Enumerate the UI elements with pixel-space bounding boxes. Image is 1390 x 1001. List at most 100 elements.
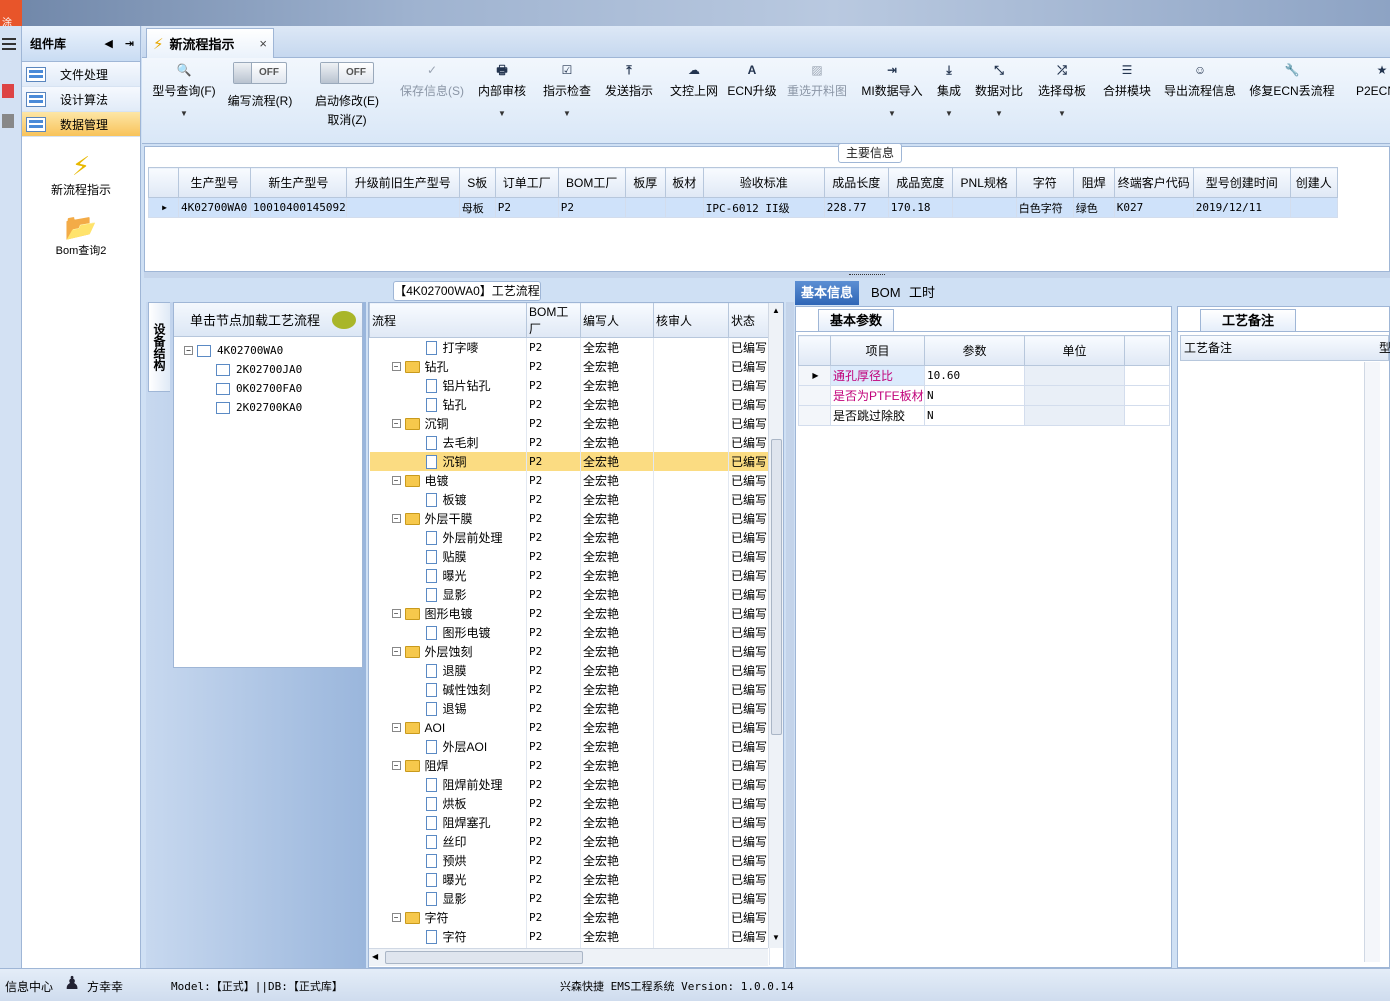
process-row[interactable]: 去毛刺 P2 全宏艳 已编写 bbox=[369, 433, 770, 452]
process-name-cell[interactable]: 图形电镀 bbox=[369, 623, 527, 642]
writer-cell[interactable]: 全宏艳 bbox=[580, 414, 654, 433]
bom-factory-cell[interactable]: P2 bbox=[526, 547, 581, 566]
writer-cell[interactable]: 全宏艳 bbox=[580, 794, 654, 813]
status-cell[interactable]: 已编写 bbox=[728, 832, 770, 851]
reviewer-cell[interactable] bbox=[653, 357, 729, 376]
bom-factory-cell[interactable]: P2 bbox=[526, 813, 581, 832]
toggle-switch[interactable]: OFF bbox=[233, 62, 287, 84]
column-header[interactable]: 参数 bbox=[924, 335, 1025, 366]
reviewer-cell[interactable] bbox=[653, 718, 729, 737]
status-cell[interactable]: 已编写 bbox=[728, 908, 770, 927]
writer-cell[interactable]: 全宏艳 bbox=[580, 490, 654, 509]
vertical-splitter[interactable] bbox=[786, 302, 794, 968]
bom-factory-cell[interactable]: P2 bbox=[526, 870, 581, 889]
column-header[interactable]: PNL规格 bbox=[951, 167, 1017, 198]
component-tool[interactable]: 📂 Bom查询2 bbox=[22, 212, 140, 258]
scroll-down-icon[interactable]: ▼ bbox=[772, 933, 780, 942]
process-name-cell[interactable]: 预烘 bbox=[369, 851, 527, 870]
status-cell[interactable]: 已编写 bbox=[728, 775, 770, 794]
writer-cell[interactable]: 全宏艳 bbox=[580, 623, 654, 642]
status-cell[interactable]: 已编写 bbox=[728, 927, 770, 946]
process-name-cell[interactable]: 去毛刺 bbox=[369, 433, 527, 452]
process-row[interactable]: 曝光 P2 全宏艳 已编写 bbox=[369, 870, 770, 889]
reviewer-cell[interactable] bbox=[653, 471, 729, 490]
column-header[interactable]: 编写人 bbox=[580, 303, 654, 338]
collapse-icon[interactable]: − bbox=[391, 723, 401, 732]
process-name-cell[interactable]: 显影 bbox=[369, 585, 527, 604]
process-name-cell[interactable]: 打字嘜 bbox=[369, 337, 527, 357]
process-name-cell[interactable]: 贴膜 bbox=[369, 547, 527, 566]
column-header[interactable]: 升级前旧生产型号 bbox=[345, 167, 460, 198]
status-cell[interactable]: 已编写 bbox=[728, 433, 770, 452]
process-row[interactable]: 阻焊塞孔 P2 全宏艳 已编写 bbox=[369, 813, 770, 832]
bom-factory-cell[interactable]: P2 bbox=[526, 908, 581, 927]
tree-node[interactable]: 0K02700FA0 bbox=[184, 379, 362, 398]
column-header[interactable]: 板厚 bbox=[624, 167, 666, 198]
process-name-cell[interactable]: 铝片钻孔 bbox=[369, 376, 527, 395]
bom-factory-cell[interactable]: P2 bbox=[526, 509, 581, 528]
reviewer-cell[interactable] bbox=[653, 604, 729, 623]
tab-equipment-structure[interactable]: 设备结构 bbox=[148, 302, 170, 392]
status-cell[interactable]: 已编写 bbox=[728, 737, 770, 756]
app-icon-1[interactable] bbox=[2, 84, 14, 98]
process-row[interactable]: 板镀 P2 全宏艳 已编写 bbox=[369, 490, 770, 509]
detail-tab[interactable]: 基本信息 bbox=[795, 281, 860, 305]
process-row[interactable]: − AOI P2 全宏艳 已编写 bbox=[369, 718, 770, 737]
status-cell[interactable]: 已编写 bbox=[728, 680, 770, 699]
writer-cell[interactable]: 全宏艳 bbox=[580, 851, 654, 870]
process-name-cell[interactable]: 烘板 bbox=[369, 794, 527, 813]
status-cell[interactable]: 已编写 bbox=[728, 642, 770, 661]
bom-factory-cell[interactable]: P2 bbox=[526, 528, 581, 547]
status-cell[interactable]: 已编写 bbox=[728, 528, 770, 547]
reviewer-cell[interactable] bbox=[653, 737, 729, 756]
status-cell[interactable]: 已编写 bbox=[728, 490, 770, 509]
status-cell[interactable]: 已编写 bbox=[728, 870, 770, 889]
status-cell[interactable]: 已编写 bbox=[728, 851, 770, 870]
reviewer-cell[interactable] bbox=[653, 490, 729, 509]
column-header[interactable]: 字符 bbox=[1015, 167, 1074, 198]
reviewer-cell[interactable] bbox=[653, 775, 729, 794]
process-row[interactable]: 曝光 P2 全宏艳 已编写 bbox=[369, 566, 770, 585]
table-cell[interactable] bbox=[624, 197, 666, 218]
chevron-down-icon[interactable]: ▼ bbox=[563, 109, 571, 118]
process-name-cell[interactable]: − 图形电镀 bbox=[369, 604, 527, 623]
horizontal-splitter[interactable] bbox=[144, 272, 1390, 278]
param-row[interactable]: ▶ 通孔厚径比 10.60 bbox=[798, 365, 1170, 386]
reviewer-cell[interactable] bbox=[653, 337, 729, 357]
bom-factory-cell[interactable]: P2 bbox=[526, 471, 581, 490]
component-menu-item[interactable]: 数据管理 bbox=[22, 112, 140, 137]
collapse-icon[interactable]: − bbox=[391, 761, 401, 770]
column-header[interactable]: 流程 bbox=[369, 303, 527, 338]
status-cell[interactable]: 已编写 bbox=[728, 585, 770, 604]
memo-scrollbar[interactable] bbox=[1364, 362, 1380, 962]
writer-cell[interactable]: 全宏艳 bbox=[580, 870, 654, 889]
status-cell[interactable]: 已编写 bbox=[728, 756, 770, 775]
reviewer-cell[interactable] bbox=[653, 623, 729, 642]
writer-cell[interactable]: 全宏艳 bbox=[580, 642, 654, 661]
status-cell[interactable]: 已编写 bbox=[728, 699, 770, 718]
writer-cell[interactable]: 全宏艳 bbox=[580, 775, 654, 794]
process-name-cell[interactable]: − 字符 bbox=[369, 908, 527, 927]
table-cell[interactable]: 10010400145092 bbox=[250, 197, 347, 218]
ribbon-button[interactable]: ☰ 合拼模块 bbox=[1087, 62, 1167, 99]
toggle-switch[interactable]: OFF bbox=[320, 62, 374, 84]
chevron-down-icon[interactable]: ▼ bbox=[995, 109, 1003, 118]
table-cell[interactable]: 2019/12/11 bbox=[1192, 197, 1291, 218]
component-menu-item[interactable]: 设计算法 bbox=[22, 87, 140, 112]
bom-factory-cell[interactable]: P2 bbox=[526, 661, 581, 680]
bom-factory-cell[interactable]: P2 bbox=[526, 623, 581, 642]
reviewer-cell[interactable] bbox=[653, 547, 729, 566]
column-header[interactable]: 项目 bbox=[830, 335, 925, 366]
bom-factory-cell[interactable]: P2 bbox=[526, 718, 581, 737]
bom-factory-cell[interactable]: P2 bbox=[526, 566, 581, 585]
param-unit-cell[interactable] bbox=[1024, 405, 1125, 426]
process-name-cell[interactable]: 丝印 bbox=[369, 832, 527, 851]
bom-factory-cell[interactable]: P2 bbox=[526, 433, 581, 452]
bom-factory-cell[interactable]: P2 bbox=[526, 756, 581, 775]
process-name-cell[interactable]: 板镀 bbox=[369, 490, 527, 509]
tree-node[interactable]: 2K02700JA0 bbox=[184, 360, 362, 379]
table-cell[interactable]: 绿色 bbox=[1072, 197, 1115, 218]
reviewer-cell[interactable] bbox=[653, 528, 729, 547]
component-tool[interactable]: ⚡ 新流程指示 bbox=[22, 151, 140, 198]
bom-factory-cell[interactable]: P2 bbox=[526, 775, 581, 794]
